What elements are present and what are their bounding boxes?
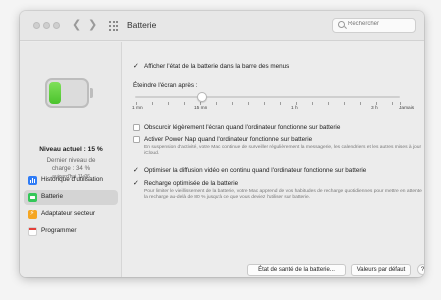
tick-label: Jamais — [399, 106, 415, 111]
current-level-text: Niveau actuel : 15 % — [39, 146, 103, 153]
optimized-charging-label: Recharge optimisée de la batterie — [144, 180, 239, 187]
forward-arrow-icon[interactable]: ❯ — [88, 19, 97, 31]
sidebar-item-label: Historique d'utilisation — [41, 176, 103, 183]
sidebar-item-power-adapter[interactable]: Adaptateur secteur — [24, 207, 118, 222]
search-input[interactable] — [348, 21, 412, 27]
display-off-slider-track[interactable] — [135, 96, 400, 98]
close-window-button[interactable] — [33, 22, 40, 29]
usage-history-icon — [28, 176, 37, 185]
tick-label: 1 mn — [132, 106, 143, 111]
search-field[interactable] — [332, 18, 416, 33]
search-icon — [338, 21, 345, 28]
show-status-checkbox[interactable]: ✓ — [133, 63, 140, 70]
show-status-label: Afficher l'état de la batterie dans la b… — [144, 63, 290, 70]
power-nap-checkbox[interactable] — [133, 136, 140, 143]
schedule-icon — [28, 227, 37, 236]
window-title: Batterie — [127, 20, 157, 30]
optimize-video-checkbox[interactable]: ✓ — [133, 167, 140, 174]
back-arrow-icon[interactable]: ❮ — [72, 19, 81, 31]
sidebar: Niveau actuel : 15 % Dernier niveau de c… — [20, 42, 122, 277]
tick-label: 1 h — [291, 106, 298, 111]
sidebar-item-battery[interactable]: Batterie — [24, 190, 118, 205]
optimized-charging-description: Pour limiter le vieillissement de la bat… — [144, 189, 422, 201]
restore-defaults-button[interactable]: Valeurs par défaut — [351, 264, 411, 276]
display-off-slider-knob[interactable] — [197, 92, 207, 102]
minimize-window-button[interactable] — [43, 22, 50, 29]
power-adapter-icon — [28, 209, 37, 219]
dim-display-label: Obscurcir légèrement l'écran quand l'ord… — [144, 124, 341, 131]
power-nap-label: Activer Power Nap quand l'ordinateur fon… — [144, 136, 313, 143]
tick-label: 3 h — [371, 106, 378, 111]
battery-level-fill — [49, 82, 61, 104]
optimize-video-label: Optimiser la diffusion vidéo en continu … — [144, 167, 367, 174]
battery-preferences-window: ❮ ❯ Batterie Niveau actuel : 15 % Dernie… — [20, 11, 424, 277]
sidebar-item-label: Adaptateur secteur — [41, 210, 95, 217]
last-charge-text: Dernier niveau de charge : 34 % — [46, 157, 96, 172]
battery-icon — [28, 193, 37, 202]
show-all-grid-icon[interactable] — [109, 21, 119, 31]
battery-health-button[interactable]: État de santé de la batterie... — [247, 264, 346, 276]
tick-label: 15 mn — [194, 106, 208, 111]
sidebar-item-schedule[interactable]: Programmer — [24, 224, 118, 239]
sidebar-item-label: Batterie — [41, 193, 64, 200]
sidebar-item-usage-history[interactable]: Historique d'utilisation — [24, 173, 118, 188]
optimized-charging-checkbox[interactable]: ✓ — [133, 180, 140, 187]
title-bar: ❮ ❯ Batterie — [20, 11, 424, 41]
power-nap-description: En suspension d'activité, votre Mac cont… — [144, 145, 422, 157]
display-off-label: Éteindre l'écran après : — [133, 82, 198, 89]
help-button[interactable]: ? — [417, 264, 424, 275]
dim-display-checkbox[interactable] — [133, 124, 140, 131]
sidebar-item-label: Programmer — [41, 227, 77, 234]
zoom-window-button[interactable] — [53, 22, 60, 29]
large-battery-icon — [45, 78, 93, 108]
main-panel: ✓ Afficher l'état de la batterie dans la… — [123, 42, 424, 277]
